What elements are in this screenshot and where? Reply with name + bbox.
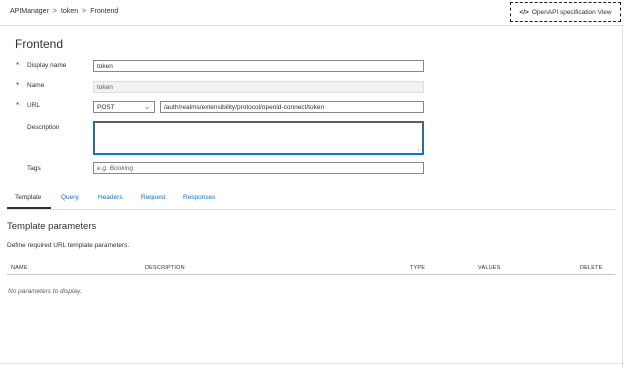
breadcrumb-separator: >	[82, 8, 87, 15]
name-input: token	[93, 81, 424, 93]
breadcrumb-item-frontend: Frontend	[90, 8, 119, 15]
openapi-button-label: OpenAPI specification View	[531, 8, 612, 16]
tab-request[interactable]: Request	[141, 194, 165, 201]
breadcrumb-separator: >	[52, 8, 58, 15]
tab-bar: Template Query Headers Request Responses	[7, 190, 615, 210]
breadcrumb-item-token[interactable]: token	[61, 8, 78, 15]
required-marker: *	[16, 81, 20, 90]
url-template-input[interactable]: /auth/realms/extensibility/protocol/open…	[160, 101, 424, 113]
required-marker: *	[16, 101, 20, 110]
table-header-row: NAME DESCRIPTION TYPE VALUES DELETE	[7, 262, 615, 275]
divider	[0, 363, 624, 364]
page-title: Frontend	[15, 37, 64, 51]
display-name-input[interactable]: token	[93, 60, 424, 72]
breadcrumb: APIManager > token > Frontend	[10, 8, 118, 15]
chevron-down-icon: ⌄	[144, 104, 150, 111]
empty-table-message: No parameters to display.	[8, 288, 82, 295]
description-textarea[interactable]: ∟	[93, 121, 424, 155]
panel-border	[622, 26, 623, 368]
section-title: Template parameters	[7, 221, 97, 232]
top-bar: APIManager > token > Frontend </> OpenAP…	[0, 0, 624, 26]
column-header-values[interactable]: VALUES	[478, 265, 501, 271]
description-label: Description	[27, 124, 60, 131]
http-method-value: POST	[97, 103, 115, 111]
column-header-description[interactable]: DESCRIPTION	[145, 265, 185, 271]
http-method-select[interactable]: POST ⌄	[93, 101, 155, 113]
url-label: URL	[27, 102, 41, 109]
tab-headers[interactable]: Headers	[98, 194, 123, 201]
tags-input[interactable]: e.g. Booking	[93, 162, 424, 174]
tab-responses[interactable]: Responses	[183, 194, 216, 201]
openapi-specification-view-button[interactable]: </> OpenAPI specification View	[510, 2, 621, 22]
section-description: Define required URL template parameters.	[7, 242, 130, 249]
active-tab-indicator	[7, 207, 51, 209]
required-marker: *	[16, 61, 20, 70]
display-name-label: Display name	[27, 62, 67, 69]
code-icon: </>	[519, 8, 529, 16]
tags-label: Tags	[27, 165, 41, 172]
name-label: Name	[27, 82, 45, 89]
column-header-type[interactable]: TYPE	[410, 265, 425, 271]
tab-query[interactable]: Query	[61, 194, 79, 201]
column-header-name[interactable]: NAME	[11, 265, 28, 271]
column-header-delete[interactable]: DELETE	[580, 265, 603, 271]
resize-grip-icon[interactable]: ∟	[417, 147, 422, 153]
tab-template[interactable]: Template	[15, 194, 41, 201]
breadcrumb-item-apimanager[interactable]: APIManager	[10, 8, 49, 15]
